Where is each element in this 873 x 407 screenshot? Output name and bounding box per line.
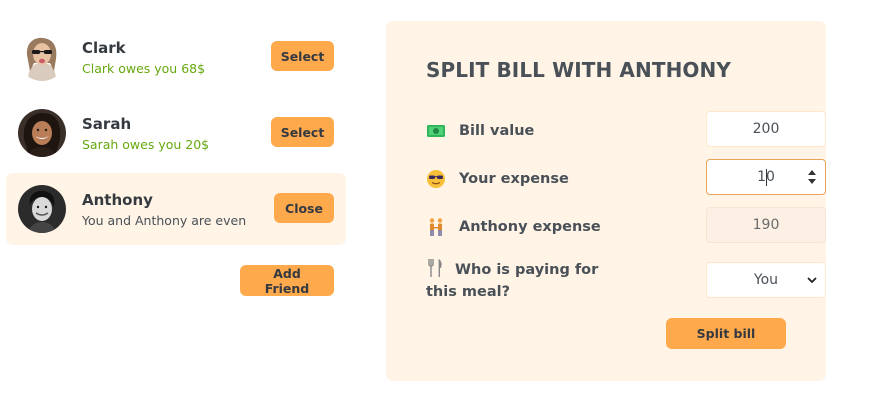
payer-label: Who is paying for this meal? xyxy=(426,262,599,300)
payer-selected-value: You xyxy=(753,272,779,288)
avatar xyxy=(18,109,66,157)
text-caret xyxy=(766,169,767,186)
friend-expense-row: Anthony expense 190 xyxy=(426,207,826,245)
friend-expense-input: 190 xyxy=(706,207,826,243)
select-button[interactable]: Select xyxy=(271,117,334,147)
friend-info: Clark Clark owes you 68$ xyxy=(82,39,205,76)
add-friend-button[interactable]: Add Friend xyxy=(240,265,334,296)
friends-list: Clark Clark owes you 68$ Select Sarah Sa… xyxy=(6,21,346,249)
bill-value-label: Bill value xyxy=(459,123,535,139)
your-expense-input[interactable]: 10 xyxy=(706,159,826,195)
friend-name: Clark xyxy=(82,38,126,57)
bill-value-row: Bill value 200 xyxy=(426,111,826,149)
split-bill-button[interactable]: Split bill xyxy=(666,318,786,349)
split-bill-form: SPLIT BILL WITH ANTHONY Bill value 200 Y… xyxy=(386,21,826,381)
money-icon xyxy=(426,121,446,141)
payer-row: Who is paying for this meal? You xyxy=(426,258,826,302)
friend-item-clark: Clark Clark owes you 68$ Select xyxy=(6,21,346,93)
friend-name: Anthony xyxy=(82,190,153,209)
friend-status: You and Anthony are even xyxy=(82,212,247,228)
bill-value-input[interactable]: 200 xyxy=(706,111,826,147)
friend-status: Sarah owes you 20$ xyxy=(82,136,210,152)
avatar xyxy=(18,33,66,81)
friend-status: Clark owes you 68$ xyxy=(82,60,206,76)
people-holding-hands-icon xyxy=(426,217,446,237)
friend-expense-label: Anthony expense xyxy=(459,219,601,235)
your-expense-label: Your expense xyxy=(459,171,569,187)
avatar xyxy=(18,185,66,233)
friend-info: Sarah Sarah owes you 20$ xyxy=(82,115,209,152)
sunglasses-face-icon xyxy=(426,169,446,189)
friend-item-anthony: Anthony You and Anthony are even Close xyxy=(6,173,346,245)
friend-name: Sarah xyxy=(82,114,132,133)
friend-info: Anthony You and Anthony are even xyxy=(82,191,246,228)
fork-and-knife-icon xyxy=(426,258,446,278)
number-spinner-icon[interactable] xyxy=(807,168,817,186)
payer-select[interactable]: You xyxy=(706,262,826,298)
your-expense-row: Your expense 10 xyxy=(426,159,826,197)
form-title: SPLIT BILL WITH ANTHONY xyxy=(426,58,731,82)
close-button[interactable]: Close xyxy=(274,193,334,223)
chevron-down-icon xyxy=(807,277,817,284)
select-button[interactable]: Select xyxy=(271,41,334,71)
friend-item-sarah: Sarah Sarah owes you 20$ Select xyxy=(6,97,346,169)
